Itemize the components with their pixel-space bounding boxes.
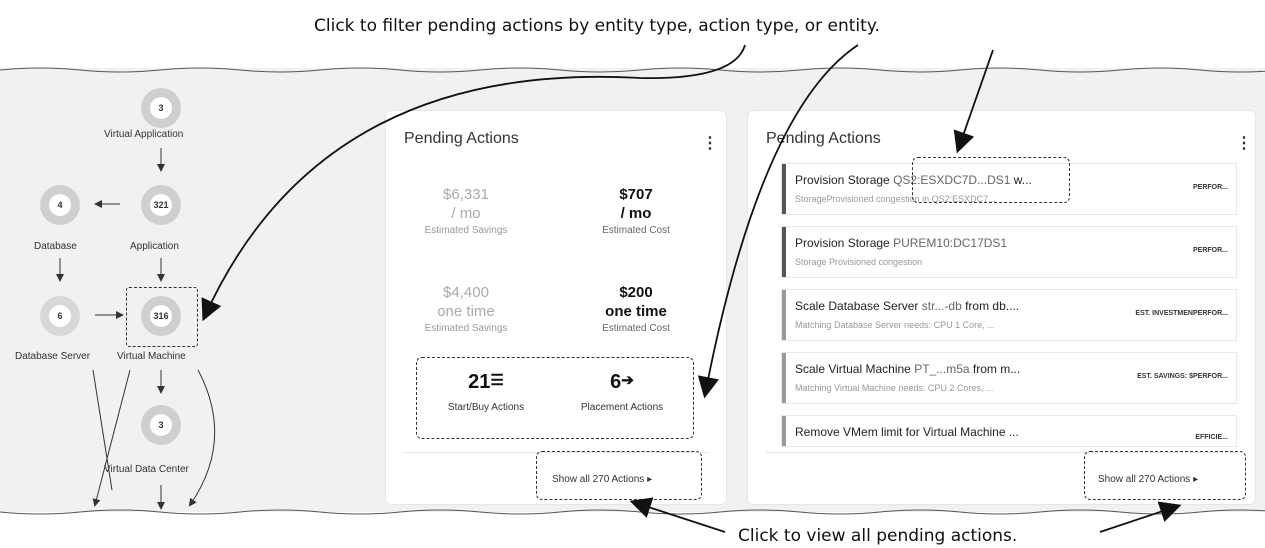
node-label-application: Application bbox=[130, 241, 179, 252]
node-label-virtual-application: Virtual Application bbox=[104, 129, 184, 140]
severity-bar bbox=[782, 353, 786, 403]
action-subtitle: Storage Provisioned congestion bbox=[795, 257, 923, 267]
action-title: Remove VMem limit for Virtual Machine ..… bbox=[795, 425, 1019, 439]
topology-edges bbox=[56, 148, 216, 510]
action-category-tag: EST. INVESTMENPERFOR... bbox=[1135, 310, 1228, 317]
action-name: Remove VMem limit for Virtual Machine bbox=[795, 425, 1006, 439]
arrow-right-icon: ➔ bbox=[621, 372, 634, 389]
card-title: Pending Actions bbox=[404, 130, 519, 147]
node-label-virtual-machine: Virtual Machine bbox=[117, 351, 186, 362]
node-database-server[interactable]: 6 bbox=[40, 296, 80, 336]
start-buy-count: 21 bbox=[468, 371, 491, 393]
callout-show-all-text: Click to view all pending actions. bbox=[738, 526, 1018, 546]
entity-link[interactable]: str...-db bbox=[922, 299, 962, 313]
show-all-label: Show all 270 Actions bbox=[552, 474, 645, 485]
action-subtitle: Matching Virtual Machine needs: CPU 2 Co… bbox=[795, 383, 994, 393]
monthly-savings-label: Estimated Savings bbox=[424, 225, 508, 236]
action-row[interactable]: Provision Storage PUREM10:DC17DS1 Storag… bbox=[781, 226, 1237, 278]
monthly-cost-value: $707 bbox=[619, 186, 653, 203]
monthly-savings-value: $6,331 bbox=[443, 186, 489, 203]
action-row[interactable]: Remove VMem limit for Virtual Machine ..… bbox=[781, 415, 1237, 447]
one-time-cost-label: Estimated Cost bbox=[602, 323, 670, 334]
severity-bar bbox=[782, 290, 786, 340]
node-count: 3 bbox=[150, 97, 172, 119]
one-time-cost-unit: one time bbox=[605, 303, 667, 320]
one-time-cost: $200 one time Estimated Cost bbox=[556, 283, 716, 334]
caret-right-icon: ▸ bbox=[647, 474, 653, 485]
list-icon: ☰ bbox=[490, 372, 504, 389]
action-row[interactable]: Scale Database Server str...-db from db.… bbox=[781, 289, 1237, 341]
entity-filter-highlight bbox=[912, 157, 1070, 203]
one-time-savings-value: $4,400 bbox=[443, 284, 489, 301]
monthly-cost: $707 / mo Estimated Cost bbox=[556, 185, 716, 236]
action-category-tag: PERFOR... bbox=[1192, 247, 1228, 254]
action-subtitle: Matching Database Server needs: CPU 1 Co… bbox=[795, 320, 995, 330]
action-category-tag: EFFICIE... bbox=[1195, 434, 1228, 441]
action-title: Scale Virtual Machine PT_...m5a from m..… bbox=[795, 362, 1020, 376]
entity-link[interactable]: PT_...m5a bbox=[914, 362, 969, 376]
monthly-cost-label: Estimated Cost bbox=[602, 225, 670, 236]
node-count: 6 bbox=[49, 305, 71, 327]
one-time-cost-value: $200 bbox=[619, 284, 653, 301]
severity-bar bbox=[782, 227, 786, 277]
action-suffix: ... bbox=[1005, 425, 1019, 439]
node-application[interactable]: 321 bbox=[141, 185, 181, 225]
node-label-database-server: Database Server bbox=[15, 351, 91, 362]
placement-actions-filter[interactable]: 6➔ Placement Actions bbox=[552, 371, 692, 413]
start-buy-label: Start/Buy Actions bbox=[447, 402, 525, 413]
more-options-icon[interactable]: ⋮ bbox=[702, 133, 718, 153]
action-suffix: from db.... bbox=[961, 299, 1020, 313]
action-category-tag: PERFOR... bbox=[1192, 184, 1228, 191]
show-all-actions-button[interactable]: Show all 270 Actions ▸ bbox=[1090, 466, 1206, 493]
entity-link[interactable]: PUREM10:DC17DS1 bbox=[893, 236, 1007, 250]
show-all-label: Show all 270 Actions bbox=[1098, 474, 1191, 485]
node-virtual-application[interactable]: 3 bbox=[141, 88, 181, 128]
node-count: 3 bbox=[150, 414, 172, 436]
action-name: Scale Database Server bbox=[795, 299, 919, 313]
node-database[interactable]: 4 bbox=[40, 185, 80, 225]
action-name: Provision Storage bbox=[795, 173, 890, 187]
one-time-savings-label: Estimated Savings bbox=[424, 323, 508, 334]
action-title: Provision Storage PUREM10:DC17DS1 bbox=[795, 236, 1007, 250]
card-title: Pending Actions bbox=[766, 130, 881, 147]
action-suffix: from m... bbox=[969, 362, 1021, 376]
action-title: Scale Database Server str...-db from db.… bbox=[795, 299, 1019, 313]
pending-actions-list-card: Pending Actions ⋮ Provision Storage QS2:… bbox=[747, 110, 1256, 505]
caret-right-icon: ▸ bbox=[1193, 474, 1199, 485]
action-category-tag: EST. SAVINGS: $PERFOR... bbox=[1137, 373, 1228, 380]
monthly-cost-unit: / mo bbox=[620, 205, 652, 222]
node-label-database: Database bbox=[34, 241, 77, 252]
more-options-icon[interactable]: ⋮ bbox=[1236, 133, 1252, 153]
one-time-savings: $4,400 one time Estimated Savings bbox=[386, 283, 546, 334]
node-count: 4 bbox=[49, 194, 71, 216]
severity-bar bbox=[782, 416, 786, 446]
monthly-savings: $6,331 / mo Estimated Savings bbox=[386, 185, 546, 236]
severity-bar bbox=[782, 164, 786, 214]
placement-count: 6 bbox=[610, 371, 622, 393]
action-row[interactable]: Scale Virtual Machine PT_...m5a from m..… bbox=[781, 352, 1237, 404]
node-count: 321 bbox=[150, 194, 172, 216]
action-name: Scale Virtual Machine bbox=[795, 362, 911, 376]
pending-actions-summary-card: Pending Actions ⋮ $6,331 / mo Estimated … bbox=[385, 110, 727, 505]
node-virtual-data-center[interactable]: 3 bbox=[141, 405, 181, 445]
one-time-savings-unit: one time bbox=[437, 303, 495, 320]
start-buy-actions-filter[interactable]: 21☰ Start/Buy Actions bbox=[416, 371, 556, 413]
action-name: Provision Storage bbox=[795, 236, 890, 250]
node-label-virtual-data-center: Virtual Data Center bbox=[104, 464, 189, 475]
vm-node-highlight bbox=[126, 287, 198, 347]
show-all-actions-button[interactable]: Show all 270 Actions ▸ bbox=[544, 466, 660, 493]
monthly-savings-unit: / mo bbox=[451, 205, 481, 222]
placement-label: Placement Actions bbox=[580, 402, 664, 413]
